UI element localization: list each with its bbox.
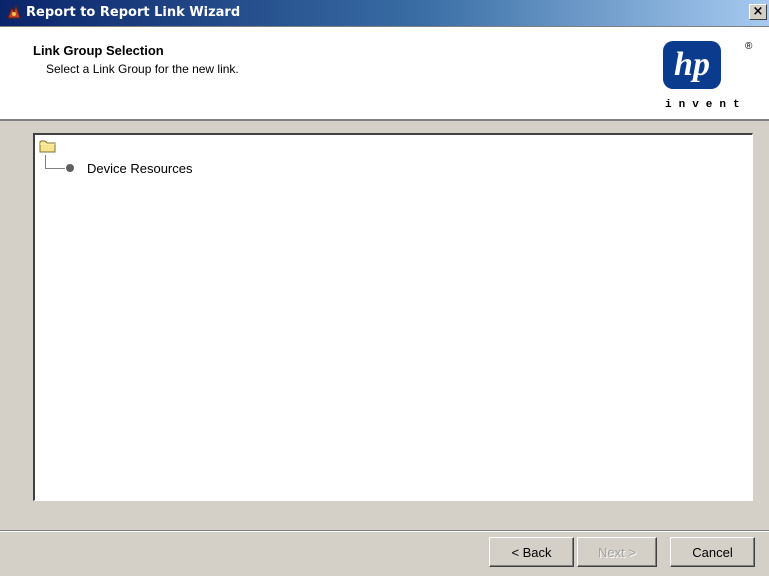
title-bar[interactable]: Report to Report Link Wizard × — [0, 0, 769, 27]
wizard-app-icon — [7, 4, 21, 19]
next-button[interactable]: Next > — [577, 537, 657, 567]
page-title: Link Group Selection — [33, 43, 164, 58]
window-title: Report to Report Link Wizard — [26, 5, 241, 20]
hp-logo-mark: hp — [663, 41, 721, 89]
footer-divider — [0, 530, 769, 532]
tree-node-device-resources[interactable]: Device Resources — [87, 161, 193, 176]
bullet-node-icon — [66, 164, 74, 172]
cancel-button[interactable]: Cancel — [670, 537, 755, 567]
hp-logo-tagline: invent — [665, 99, 747, 111]
close-icon: × — [752, 4, 764, 19]
page-subtitle: Select a Link Group for the new link. — [46, 62, 239, 76]
tree-connector — [45, 168, 65, 169]
link-group-tree[interactable]: Device Resources — [33, 133, 753, 501]
folder-icon[interactable] — [39, 139, 57, 153]
tree-connector — [45, 155, 46, 169]
wizard-header: Link Group Selection Select a Link Group… — [0, 27, 769, 121]
registered-mark: ® — [745, 41, 753, 52]
hp-logo: hp ® invent — [663, 39, 753, 123]
back-button[interactable]: < Back — [489, 537, 574, 567]
close-button[interactable]: × — [749, 4, 767, 20]
